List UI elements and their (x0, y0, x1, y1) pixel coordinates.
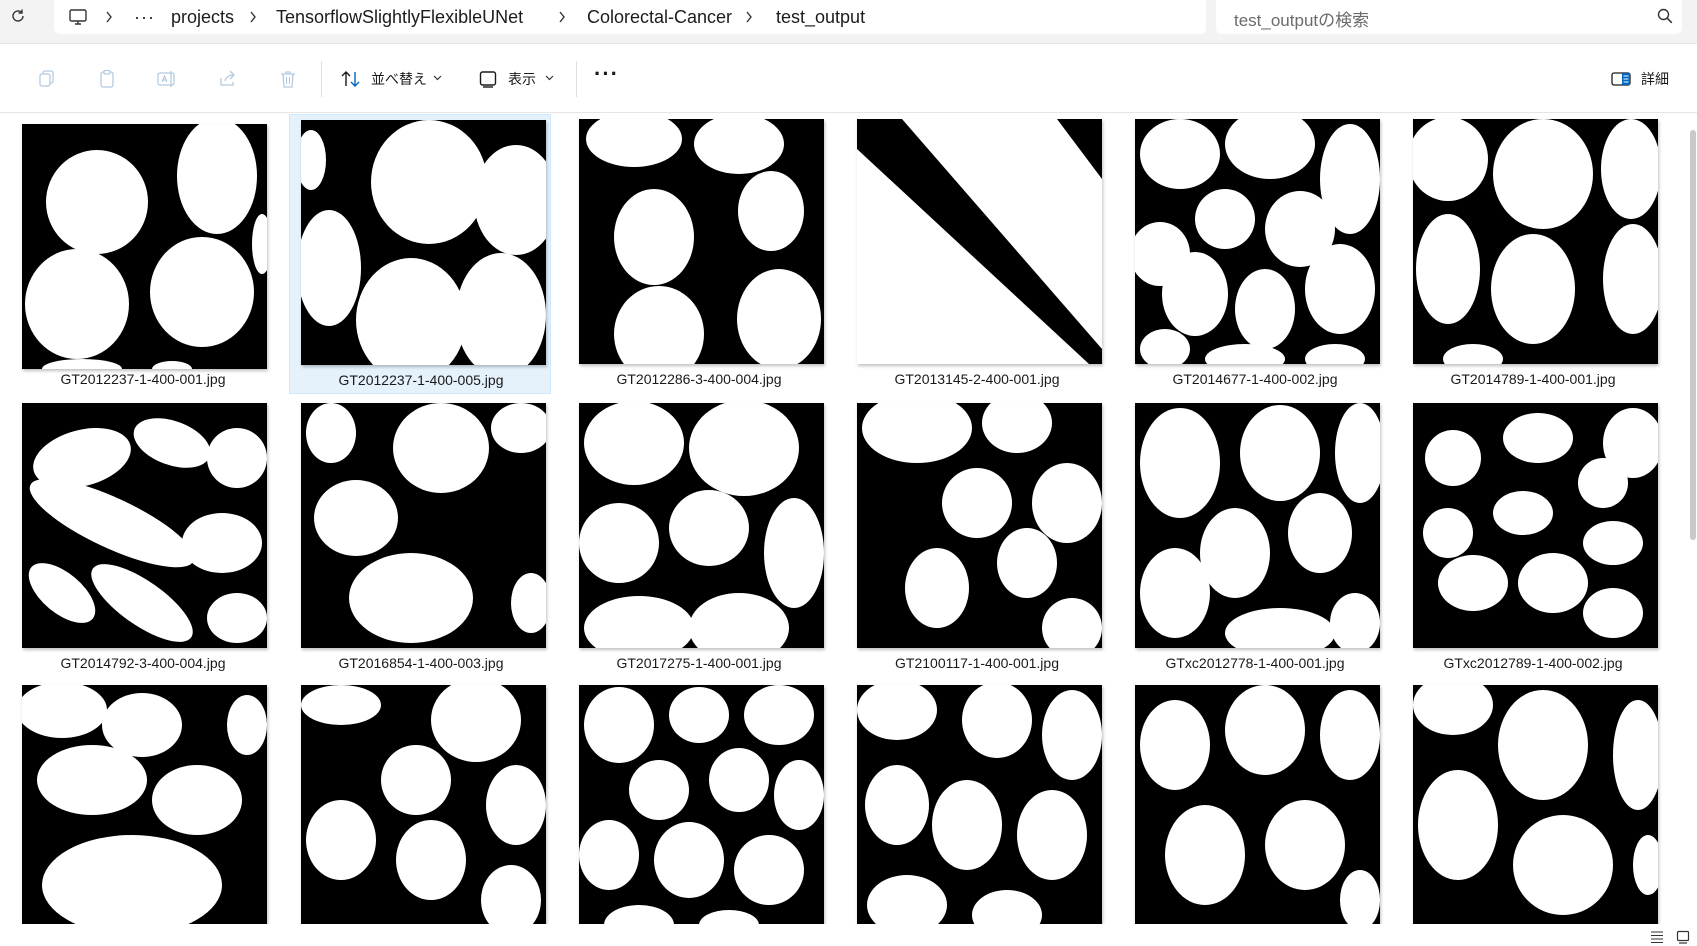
toolbar-divider (321, 61, 322, 97)
share-button[interactable] (216, 68, 238, 90)
chevron-right-icon[interactable] (246, 6, 260, 28)
file-tile[interactable]: GT2017275-1-400-001.jpg (573, 403, 835, 683)
thumbnail-image (579, 685, 824, 924)
thumbnail-view-button[interactable] (1676, 930, 1690, 944)
thumbnail-image (301, 403, 546, 648)
thumbnail-image (857, 119, 1102, 364)
file-tile[interactable] (573, 685, 835, 924)
breadcrumb-projects[interactable]: projects (171, 5, 234, 29)
file-tile[interactable] (1129, 685, 1391, 924)
thumbnail-image (301, 685, 546, 924)
file-tile[interactable] (851, 685, 1113, 924)
file-tile-selected[interactable]: GT2012237-1-400-005.jpg (289, 114, 551, 394)
thumbnail-image (22, 124, 267, 369)
thumbnail-image (1413, 685, 1658, 924)
file-name: GT2012237-1-400-005.jpg (338, 372, 504, 388)
list-view-icon (1651, 931, 1663, 944)
chevron-down-icon[interactable] (433, 75, 442, 81)
file-tile[interactable]: GT2012286-3-400-004.jpg (573, 119, 835, 399)
more-options-button[interactable]: ··· (594, 61, 619, 87)
address-bar: ··· projects TensorflowSlightlyFlexibleU… (0, 0, 1697, 44)
monitor-icon (69, 9, 87, 25)
file-grid: GT2012237-1-400-001.jpg GT2012237-1-400-… (0, 114, 1680, 924)
details-pane-icon[interactable] (1610, 68, 1632, 90)
thumbnail-image (579, 119, 824, 364)
file-tile[interactable] (17, 685, 279, 924)
chevron-down-icon[interactable] (545, 75, 554, 81)
breadcrumb-colorectal-cancer[interactable]: Colorectal-Cancer (587, 5, 732, 29)
paste-button[interactable] (96, 68, 118, 90)
thumbnail-image (1413, 119, 1658, 364)
thumbnail-image (1135, 685, 1380, 924)
file-name: GTxc2012778-1-400-001.jpg (1165, 655, 1345, 671)
trash-icon (281, 71, 295, 88)
vertical-scrollbar[interactable] (1690, 130, 1696, 540)
chevron-right-icon[interactable] (102, 6, 116, 28)
this-pc-button[interactable] (68, 5, 88, 29)
search-box[interactable]: test_outputの検索 (1216, 0, 1682, 34)
file-tile[interactable]: GTxc2012789-1-400-002.jpg (1407, 403, 1669, 683)
share-icon (220, 70, 235, 86)
toolbar-divider (576, 61, 577, 97)
thumbnail-image (857, 403, 1102, 648)
thumbnail-image (1135, 403, 1380, 648)
search-icon[interactable] (1656, 7, 1676, 27)
file-tile[interactable]: GT2013145-2-400-001.jpg (851, 119, 1113, 399)
file-name: GT2016854-1-400-003.jpg (338, 655, 504, 671)
paste-icon (100, 69, 114, 88)
breadcrumb-overflow[interactable]: ··· (134, 5, 155, 29)
thumbnail-image (301, 120, 546, 365)
view-button[interactable]: 表示 (508, 69, 536, 89)
copy-icon (39, 70, 54, 87)
file-tile[interactable]: GT2014677-1-400-002.jpg (1129, 119, 1391, 399)
thumbnail-image (1135, 119, 1380, 364)
file-name: GT2012286-3-400-004.jpg (616, 371, 782, 387)
details-view-button[interactable] (1650, 930, 1664, 944)
breadcrumb: ··· projects TensorflowSlightlyFlexibleU… (54, 0, 1206, 34)
file-tile[interactable]: GT2100117-1-400-001.jpg (851, 403, 1113, 683)
file-name: GT2100117-1-400-001.jpg (895, 655, 1059, 671)
refresh-button[interactable] (6, 4, 30, 28)
file-tile[interactable]: GT2014789-1-400-001.jpg (1407, 119, 1669, 399)
file-name: GT2014792-3-400-004.jpg (60, 655, 226, 671)
copy-button[interactable] (36, 68, 58, 90)
rename-button[interactable] (156, 68, 178, 90)
file-name: GT2013145-2-400-001.jpg (894, 371, 1060, 387)
details-button[interactable]: 詳細 (1641, 69, 1669, 89)
thumbnail-image (22, 685, 267, 924)
file-tile[interactable]: GT2014792-3-400-004.jpg (17, 403, 279, 683)
file-name: GT2014677-1-400-002.jpg (1172, 371, 1338, 387)
file-name: GT2012237-1-400-001.jpg (60, 371, 226, 387)
file-tile[interactable]: GT2012237-1-400-001.jpg (17, 119, 279, 399)
refresh-icon (12, 9, 24, 22)
thumbnail-image (22, 403, 267, 648)
rename-icon (157, 71, 175, 87)
file-tile[interactable] (1407, 685, 1669, 924)
view-icon[interactable] (477, 68, 499, 90)
file-tile[interactable] (295, 685, 557, 924)
breadcrumb-tensorflow-unet[interactable]: TensorflowSlightlyFlexibleUNet (276, 5, 523, 29)
large-icons-view-icon (1676, 930, 1690, 944)
breadcrumb-test-output[interactable]: test_output (776, 5, 865, 29)
file-name: GT2014789-1-400-001.jpg (1450, 371, 1616, 387)
thumbnail-image (857, 685, 1102, 924)
file-name: GT2017275-1-400-001.jpg (616, 655, 782, 671)
file-name: GTxc2012789-1-400-002.jpg (1443, 655, 1623, 671)
command-bar: 並べ替え 表示 ··· 詳細 (0, 45, 1697, 113)
chevron-right-icon[interactable] (555, 6, 569, 28)
file-tile[interactable]: GTxc2012778-1-400-001.jpg (1129, 403, 1391, 683)
thumbnail-image (579, 403, 824, 648)
thumbnail-image (1413, 403, 1658, 648)
sort-button[interactable]: 並べ替え (371, 69, 427, 89)
sort-icon[interactable] (340, 68, 362, 90)
chevron-right-icon[interactable] (742, 6, 756, 28)
file-tile[interactable]: GT2016854-1-400-003.jpg (295, 403, 557, 683)
delete-button[interactable] (277, 68, 299, 90)
search-input[interactable]: test_outputの検索 (1234, 6, 1369, 31)
